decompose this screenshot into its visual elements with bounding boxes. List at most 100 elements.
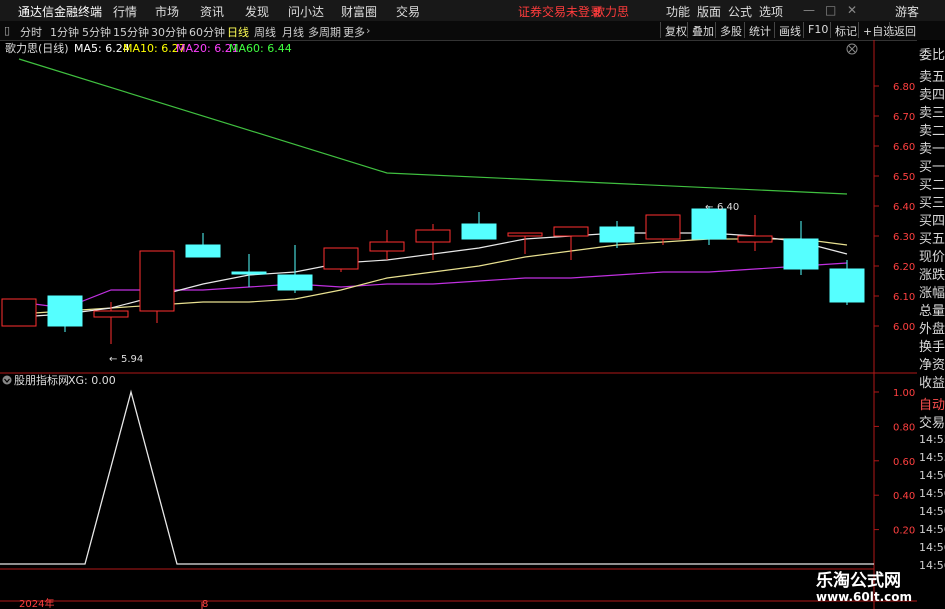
low-arrow-icon: ←	[109, 354, 117, 365]
quote-label-net-assets: 净资	[919, 358, 945, 373]
menu-functions[interactable]: 功能	[666, 3, 690, 20]
chart-settings-icon[interactable]	[846, 43, 858, 55]
menu-formula[interactable]: 公式	[728, 3, 752, 20]
low-price-label: 5.94	[121, 354, 143, 365]
period-daily[interactable]: 日线	[227, 24, 249, 40]
tool-mark[interactable]: 标记	[830, 22, 860, 38]
app-brand: 通达信金融终端	[18, 5, 103, 19]
menu-trade[interactable]: 交易	[396, 3, 420, 20]
indicator-title: 股朋指标网	[14, 373, 69, 387]
tick-time: 14:56	[919, 523, 945, 536]
tool-multi-stock[interactable]: 多股	[715, 22, 745, 38]
price-tick-label: 6.20	[893, 262, 915, 273]
candle-body	[185, 244, 221, 258]
candle-body	[323, 247, 359, 270]
axis-month-label: 8	[202, 599, 208, 609]
menu-wealth-circle[interactable]: 财富圈	[341, 3, 377, 20]
indicator-tick-label: 0.80	[893, 422, 915, 433]
period-multi[interactable]: 多周期	[308, 24, 341, 40]
candle-body	[93, 310, 129, 318]
quote-label-price: 现价	[919, 250, 945, 265]
tool-back[interactable]: 返回	[889, 22, 919, 38]
tick-time: 14:56	[919, 559, 945, 572]
indicator-value: XG: 0.00	[68, 374, 116, 387]
high-price-label: 6.40	[717, 202, 739, 213]
quote-label-bid5: 买五	[919, 232, 945, 247]
menu-bar: 通达信金融终端 行情 市场 资讯 发现 问小达 财富圈 交易 证券交易未登录 歌…	[0, 0, 945, 22]
quote-label-outer: 外盘	[919, 322, 945, 337]
candle-body	[691, 208, 727, 240]
period-15min[interactable]: 15分钟	[113, 24, 149, 40]
high-arrow-icon: ←	[705, 202, 713, 213]
quote-panel: 委比 卖五 卖四 卖三 卖二 卖一 买一 买二 买三 买四 买五 现价 涨跌 涨…	[917, 40, 945, 609]
watermark-url: www.60lt.com	[816, 590, 913, 604]
indicator-collapse-icon[interactable]	[2, 375, 12, 385]
candlesticks	[1, 206, 865, 344]
tick-time: 14:55	[919, 433, 945, 446]
indicator-axis: 1.00 0.80 0.60 0.40 0.20	[874, 388, 915, 537]
price-tick-label: 6.80	[893, 82, 915, 93]
collapse-icon[interactable]: ▯	[4, 24, 10, 37]
quote-label-change-pct: 涨幅	[919, 286, 945, 301]
xg-signal-line	[0, 389, 874, 565]
tick-time: 14:56	[919, 541, 945, 554]
tool-stats[interactable]: 统计	[744, 22, 774, 38]
menu-assistant[interactable]: 问小达	[288, 3, 324, 20]
menu-quotes[interactable]: 行情	[113, 3, 137, 20]
period-30min[interactable]: 30分钟	[151, 24, 187, 40]
candle-body	[231, 271, 267, 275]
tick-time: 14:56	[919, 487, 945, 500]
price-tick-label: 6.30	[893, 232, 915, 243]
candle-body	[783, 238, 819, 270]
auto-trade-toggle[interactable]: 自动	[919, 394, 945, 413]
axis-year-label: 2024年	[19, 597, 54, 609]
minimize-icon[interactable]: —	[803, 3, 815, 17]
trade-button[interactable]: 交易	[919, 412, 945, 431]
candle-body	[599, 226, 635, 243]
quote-label-bid2: 买二	[919, 178, 945, 193]
stock-name: 歌力思	[593, 5, 630, 19]
price-tick-label: 6.40	[893, 202, 915, 213]
indicator-tick-label: 0.40	[893, 491, 915, 502]
period-timeshare[interactable]: 分时	[20, 24, 42, 40]
period-weekly[interactable]: 周线	[254, 24, 276, 40]
candle-body	[507, 232, 543, 237]
ma60-line	[18, 58, 848, 195]
quote-label-bid3: 买三	[919, 196, 945, 211]
quote-label-earnings: 收益	[919, 376, 945, 391]
close-icon[interactable]: ✕	[847, 3, 857, 17]
candle-body	[553, 226, 589, 237]
tool-f10[interactable]: F10	[803, 22, 831, 38]
menu-news[interactable]: 资讯	[200, 3, 224, 20]
quote-label-change: 涨跌	[919, 268, 945, 283]
candle-body	[277, 274, 313, 291]
tool-adjust[interactable]: 复权	[660, 22, 690, 38]
chevron-right-icon[interactable]: ›	[366, 24, 370, 37]
login-notice[interactable]: 证券交易未登录	[518, 3, 602, 20]
price-tick-label: 6.00	[893, 322, 915, 333]
candle-body	[645, 214, 681, 240]
price-tick-label: 6.70	[893, 112, 915, 123]
tool-overlay[interactable]: 叠加	[687, 22, 717, 38]
chart-area[interactable]: 歌力思(日线) MA5: 6.24 MA10: 6.27 MA20: 6.21 …	[0, 40, 917, 609]
candle-body	[829, 268, 865, 303]
period-monthly[interactable]: 月线	[282, 24, 304, 40]
menu-discover[interactable]: 发现	[245, 3, 269, 20]
candle-body	[1, 298, 37, 327]
menu-layout[interactable]: 版面	[697, 3, 721, 20]
indicator-tick-label: 1.00	[893, 388, 915, 399]
period-5min[interactable]: 5分钟	[82, 24, 111, 40]
xg-line	[0, 389, 874, 565]
period-more[interactable]: 更多	[343, 24, 365, 40]
candle-body	[415, 229, 451, 243]
tool-draw[interactable]: 画线	[774, 22, 804, 38]
menu-market[interactable]: 市场	[155, 3, 179, 20]
user-guest[interactable]: 游客	[895, 3, 919, 20]
menu-options[interactable]: 选项	[759, 3, 783, 20]
ma5-label: MA5: 6.24	[74, 42, 130, 55]
price-tick-label: 6.10	[893, 292, 915, 303]
period-1min[interactable]: 1分钟	[50, 24, 79, 40]
period-60min[interactable]: 60分钟	[189, 24, 225, 40]
tick-time: 14:56	[919, 469, 945, 482]
maximize-icon[interactable]: □	[825, 3, 836, 17]
